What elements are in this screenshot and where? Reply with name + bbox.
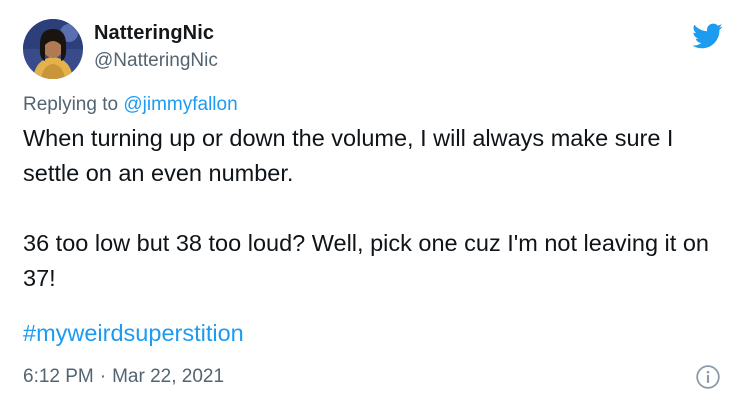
tweet-paragraph-1: When turning up or down the volume, I wi… [23, 125, 674, 186]
replying-prefix: Replying to [23, 94, 119, 115]
replying-to-handle-link[interactable]: @jimmyfallon [123, 94, 237, 115]
tweet-paragraph-2: 36 too low but 38 too loud? Well, pick o… [23, 230, 709, 291]
author-handle[interactable]: @NatteringNic [94, 50, 218, 72]
tweet-time: 6:12 PM [23, 366, 94, 387]
meta-separator: · [99, 366, 107, 387]
tweet-timestamp[interactable]: 6:12 PM · Mar 22, 2021 [23, 366, 224, 388]
author-display-name[interactable]: NatteringNic [94, 22, 214, 45]
hashtag-link[interactable]: #myweirdsuperstition [23, 320, 244, 347]
info-icon[interactable] [695, 364, 721, 390]
twitter-bird-icon[interactable] [688, 20, 726, 52]
avatar-image [23, 19, 83, 79]
tweet-text: When turning up or down the volume, I wi… [23, 121, 723, 296]
tweet-date: Mar 22, 2021 [112, 366, 225, 387]
avatar[interactable] [23, 19, 83, 79]
replying-to-line: Replying to @jimmyfallon [23, 94, 238, 116]
tweet-card: NatteringNic @NatteringNic Replying to @… [0, 0, 750, 401]
